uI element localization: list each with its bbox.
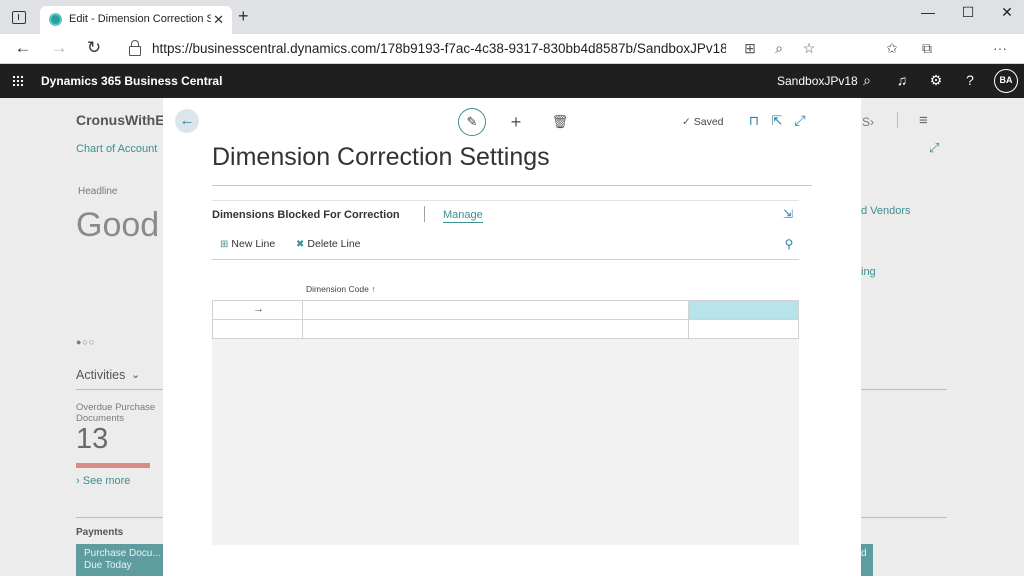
- bg-payments-heading: Payments: [76, 527, 124, 538]
- delete-line-icon: ✖: [296, 239, 305, 250]
- bg-divider-payments-right: [861, 517, 947, 518]
- bg-chevron-down-icon: ⌄: [131, 369, 141, 381]
- part-caption: Dimensions Blocked For Correction: [212, 209, 400, 221]
- bg-separator: [897, 112, 898, 128]
- trailing-cell[interactable]: [689, 320, 798, 338]
- business-central-favicon-icon: [49, 13, 62, 26]
- bg-hamburger-icon: ≡: [919, 112, 928, 129]
- window-close-button[interactable]: ✕: [997, 4, 1017, 21]
- browser-tab-active[interactable]: Edit - Dimension Correction Settings ✕: [40, 6, 232, 34]
- user-avatar[interactable]: BA: [994, 69, 1018, 93]
- bg-headline-label: Headline: [78, 186, 118, 197]
- new-line-label: New Line: [231, 238, 276, 250]
- bg-chart-of-accounts-link: Chart of Account: [76, 143, 158, 155]
- saved-label: Saved: [693, 116, 724, 128]
- back-arrow-icon[interactable]: ←: [13, 38, 33, 58]
- selected-cell[interactable]: [689, 301, 798, 319]
- help-icon[interactable]: ?: [960, 72, 980, 88]
- table-row[interactable]: [212, 319, 799, 339]
- bg-tile-line-2: Due Today: [84, 560, 132, 571]
- refresh-icon[interactable]: ↻: [84, 38, 104, 58]
- part-separator: [424, 206, 425, 222]
- app-title[interactable]: Dynamics 365 Business Central: [41, 74, 222, 88]
- bookmark-icon[interactable]: ⊓: [745, 113, 763, 129]
- bg-company-name: CronusWithE: [76, 112, 165, 128]
- favorite-add-icon[interactable]: ☆: [799, 40, 819, 57]
- app-available-icon[interactable]: ⊞: [740, 40, 760, 57]
- new-line-button[interactable]: ⊞ New Line: [220, 238, 275, 250]
- open-new-window-icon[interactable]: ⇱: [768, 113, 786, 129]
- pin-icon[interactable]: ⚲: [780, 237, 798, 251]
- bg-expand-icon: ⤢: [929, 140, 940, 155]
- current-row-arrow-icon: →: [253, 303, 264, 315]
- tab-close-icon[interactable]: ✕: [213, 12, 224, 28]
- bg-overdue-value: 13: [76, 423, 109, 455]
- dimension-code-cell[interactable]: [303, 301, 689, 319]
- collections-icon[interactable]: ⧉: [917, 40, 937, 57]
- company-name[interactable]: SandboxJPv18: [777, 74, 858, 88]
- part-top-divider: [212, 200, 799, 201]
- bg-divider-right: [861, 389, 947, 390]
- bg-overdue-indicator: [76, 463, 150, 468]
- delete-line-button[interactable]: ✖ Delete Line: [296, 238, 361, 250]
- notification-bell-icon[interactable]: ♫: [892, 72, 912, 88]
- bg-activities-heading: Activities: [76, 368, 126, 382]
- action-bar-divider: [212, 259, 799, 260]
- edit-pencil-icon[interactable]: ✎: [458, 108, 486, 136]
- bg-right-link-2: ing: [861, 266, 876, 278]
- tab-actions-icon[interactable]: [12, 11, 26, 24]
- minimize-button[interactable]: —: [918, 4, 938, 20]
- back-arrow-icon[interactable]: ←: [175, 109, 199, 133]
- page-title: Dimension Correction Settings: [212, 143, 550, 171]
- bc-app-bar: Dynamics 365 Business Central SandboxJPv…: [0, 64, 1024, 98]
- bg-right-tile-text: d: [861, 548, 867, 559]
- new-tab-button[interactable]: +: [238, 6, 249, 27]
- expand-icon[interactable]: ⤢: [791, 112, 809, 129]
- favorites-icon[interactable]: ✩: [882, 40, 902, 57]
- title-divider: [212, 185, 812, 186]
- bg-headline-text: Good: [76, 206, 160, 244]
- bg-next-icon: S›: [862, 115, 874, 129]
- zoom-icon[interactable]: ⌕: [769, 40, 789, 57]
- settings-gear-icon[interactable]: ⚙: [926, 72, 946, 89]
- share-part-icon[interactable]: ⇲: [779, 207, 797, 221]
- checkmark-icon: ✓: [682, 116, 691, 128]
- lock-icon[interactable]: [129, 40, 141, 56]
- app-launcher-icon[interactable]: [12, 75, 23, 86]
- tab-manage[interactable]: Manage: [443, 209, 483, 223]
- delete-trash-icon[interactable]: 🗑: [551, 114, 569, 130]
- bg-tile-line-1: Purchase Docu...: [84, 548, 161, 559]
- bg-carousel-dots: ●○○: [76, 337, 96, 347]
- bg-divider-left: [76, 389, 163, 390]
- address-bar-url[interactable]: https://businesscentral.dynamics.com/178…: [152, 41, 726, 56]
- column-header-dimension-code[interactable]: Dimension Code ↑: [306, 284, 375, 294]
- new-line-icon: ⊞: [220, 239, 229, 250]
- bg-right-tile: d: [861, 544, 873, 576]
- table-row[interactable]: →: [212, 300, 799, 320]
- row-indicator-cell[interactable]: [213, 320, 303, 338]
- search-icon[interactable]: ⌕: [857, 72, 877, 89]
- row-indicator-cell[interactable]: →: [213, 301, 303, 319]
- browser-tabstrip: Edit - Dimension Correction Settings ✕ +…: [0, 0, 1024, 34]
- bg-see-more-link: › See more: [76, 475, 131, 487]
- tab-title: Edit - Dimension Correction Settings: [69, 13, 211, 25]
- bg-vendors-link: d Vendors: [861, 205, 911, 217]
- browser-toolbar: ← → ↻ https://businesscentral.dynamics.c…: [0, 34, 1024, 90]
- browser-menu-icon[interactable]: ···: [990, 40, 1010, 56]
- maximize-button[interactable]: ☐: [958, 4, 978, 21]
- saved-status: ✓ Saved: [682, 116, 724, 128]
- new-plus-icon[interactable]: +: [507, 112, 525, 133]
- bg-divider-payments: [76, 517, 163, 518]
- delete-line-label: Delete Line: [307, 238, 361, 250]
- forward-arrow-icon[interactable]: →: [49, 38, 69, 58]
- dimension-code-cell[interactable]: [303, 320, 689, 338]
- bg-overdue-label-1: Overdue Purchase: [76, 402, 156, 413]
- bg-payments-tile: Purchase Docu... Due Today: [76, 544, 163, 576]
